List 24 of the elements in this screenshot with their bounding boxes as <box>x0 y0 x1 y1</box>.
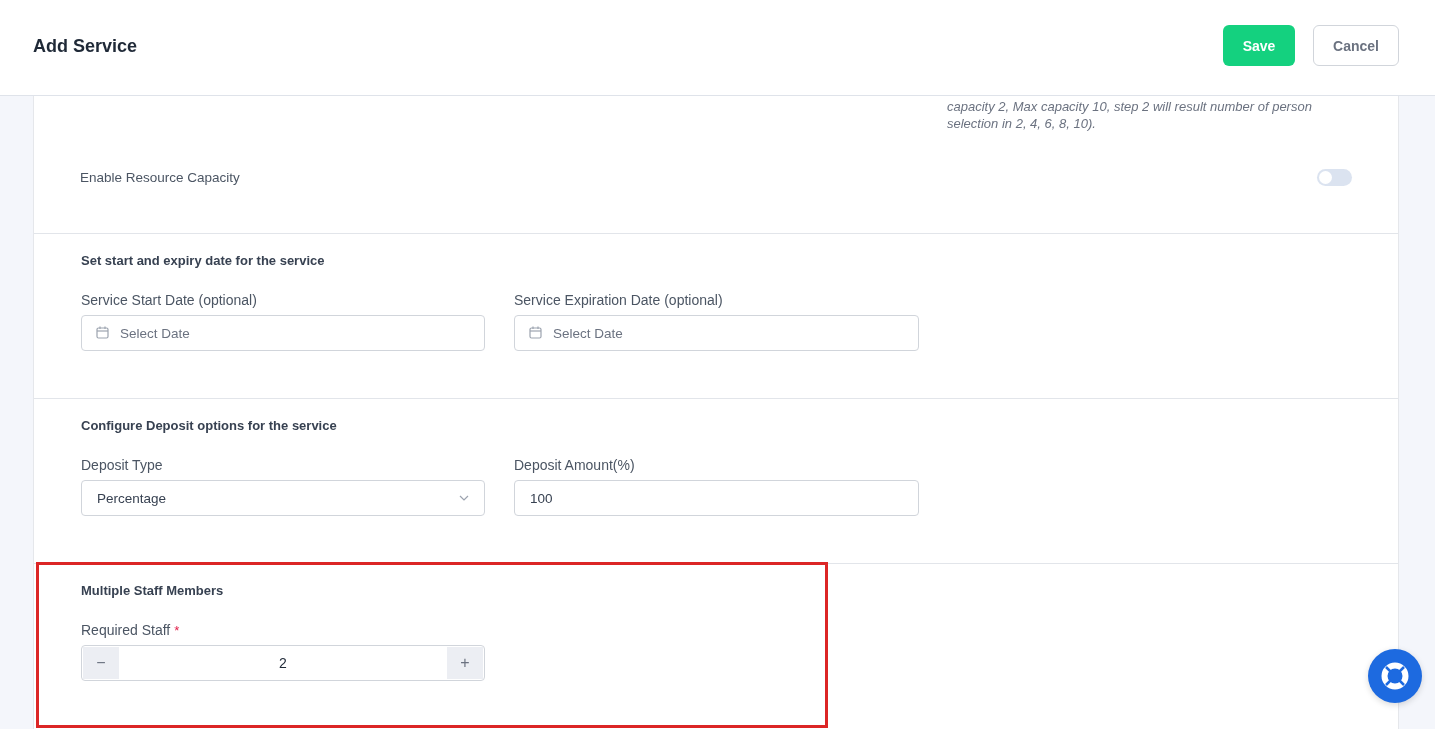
lifebuoy-icon <box>1380 661 1410 691</box>
page-title: Add Service <box>33 36 138 57</box>
input-field[interactable]: 100 <box>514 480 919 516</box>
field-label: Required Staff <box>81 622 171 638</box>
section-title: Configure Deposit options for the service <box>81 418 338 433</box>
required-mark: * <box>174 623 180 638</box>
section-title: Set start and expiry date for the service <box>81 253 326 268</box>
field-label: Deposit Amount(%) <box>514 457 635 473</box>
toggle-switch[interactable] <box>1317 169 1352 186</box>
help-button[interactable] <box>1368 649 1422 703</box>
select-field[interactable]: Percentage <box>81 480 485 516</box>
chevron-down-icon <box>459 495 469 501</box>
field-label: Service Expiration Date (optional) <box>514 292 723 308</box>
field-label: Deposit Type <box>81 457 163 473</box>
date-field[interactable]: Select Date <box>514 315 919 351</box>
help-text: capacity 2, Max capacity 10, step 2 will result number of person selection in 2, 4, 6, 8, 10). <box>947 98 1313 132</box>
field-label: Service Start Date (optional) <box>81 292 257 308</box>
toggle-label: Enable Resource Capacity <box>80 170 240 185</box>
decrement-button[interactable]: − <box>83 647 119 679</box>
cancel-button[interactable]: Cancel <box>1313 25 1399 66</box>
section-title: Multiple Staff Members <box>81 583 225 598</box>
stepper-field[interactable]: − 2 + <box>81 645 485 681</box>
date-field[interactable]: Select Date <box>81 315 485 351</box>
increment-button[interactable]: + <box>447 647 483 679</box>
